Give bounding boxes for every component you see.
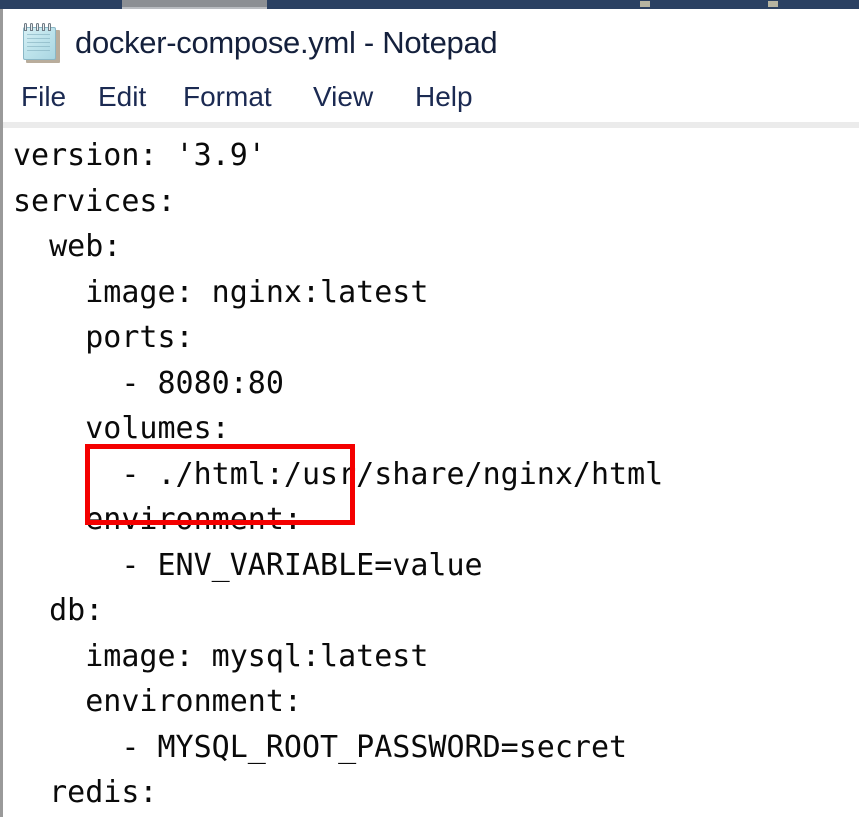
notepad-spiral-binding bbox=[24, 23, 55, 32]
menu-item-view[interactable]: View bbox=[313, 81, 373, 113]
text-editor-area[interactable]: version: '3.9' services: web: image: ngi… bbox=[3, 128, 859, 817]
yaml-document-text[interactable]: version: '3.9' services: web: image: ngi… bbox=[13, 133, 663, 817]
title-bar[interactable]: docker-compose.yml - Notepad bbox=[3, 9, 859, 77]
notepad-window-screenshot: docker-compose.yml - Notepad File Edit F… bbox=[0, 0, 859, 817]
menu-bar: File Edit Format View Help bbox=[3, 77, 859, 123]
menu-item-file[interactable]: File bbox=[21, 81, 66, 113]
background-marker-2 bbox=[768, 1, 778, 7]
notepad-window: docker-compose.yml - Notepad File Edit F… bbox=[0, 9, 859, 817]
background-marker-1 bbox=[640, 1, 650, 7]
menu-item-edit[interactable]: Edit bbox=[98, 81, 146, 113]
menu-item-help[interactable]: Help bbox=[415, 81, 473, 113]
window-title: docker-compose.yml - Notepad bbox=[75, 25, 498, 60]
desktop-background-strip bbox=[0, 0, 859, 9]
notepad-icon bbox=[20, 21, 64, 65]
background-window-tab[interactable] bbox=[122, 0, 267, 9]
menu-item-format[interactable]: Format bbox=[183, 81, 272, 113]
